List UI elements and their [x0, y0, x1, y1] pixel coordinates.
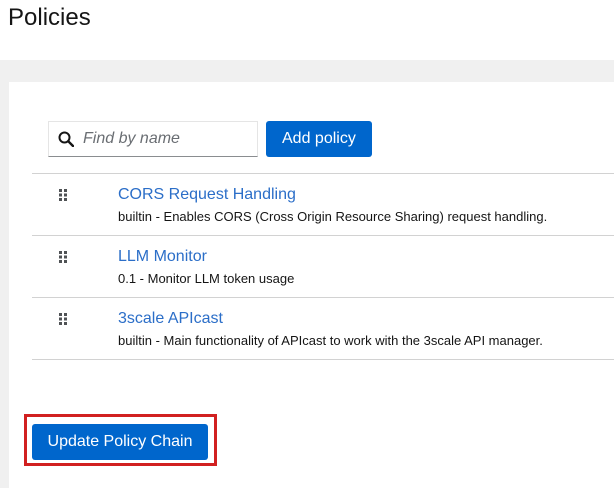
page-header: Policies: [0, 0, 614, 60]
policy-description: 0.1 - Monitor LLM token usage: [118, 271, 295, 286]
search-icon: [49, 122, 83, 156]
policy-description: builtin - Enables CORS (Cross Origin Res…: [118, 209, 548, 224]
page-title: Policies: [8, 4, 91, 31]
drag-handle-icon[interactable]: [57, 188, 69, 202]
drag-handle-icon[interactable]: [57, 312, 69, 326]
policy-item: LLM Monitor 0.1 - Monitor LLM token usag…: [32, 236, 614, 298]
policy-name-link[interactable]: LLM Monitor: [118, 247, 207, 267]
drag-handle-icon[interactable]: [57, 250, 69, 264]
policy-item: 3scale APIcast builtin - Main functional…: [32, 298, 614, 360]
policy-item: CORS Request Handling builtin - Enables …: [32, 174, 614, 236]
search-box[interactable]: [48, 121, 258, 157]
policy-description: builtin - Main functionality of APIcast …: [118, 333, 543, 348]
policy-name-link[interactable]: 3scale APIcast: [118, 309, 223, 329]
search-input[interactable]: [83, 122, 253, 156]
update-policy-chain-button[interactable]: Update Policy Chain: [32, 424, 208, 460]
policy-toolbar: Add policy: [48, 121, 372, 157]
policy-name-link[interactable]: CORS Request Handling: [118, 185, 296, 205]
add-policy-button[interactable]: Add policy: [266, 121, 372, 157]
policy-chain-list: CORS Request Handling builtin - Enables …: [32, 173, 614, 360]
